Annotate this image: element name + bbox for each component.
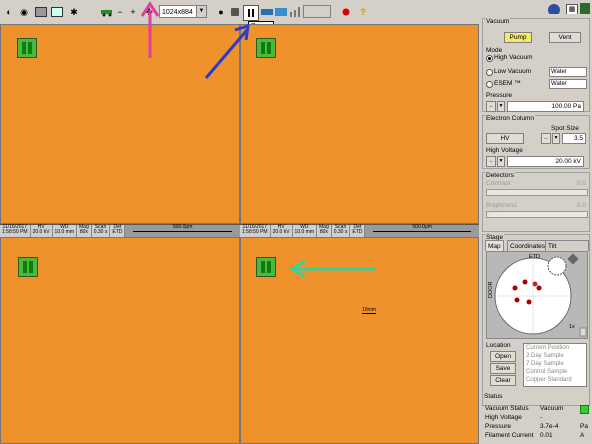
tab-map[interactable]: Map — [485, 240, 504, 251]
blue-arrow-icon — [204, 23, 250, 79]
list-item[interactable]: Current Position — [524, 344, 586, 352]
vacuum-group: Vacuum Pump Vent Mode High Vacuum Low Va… — [482, 18, 590, 112]
green-arrow-icon — [289, 259, 376, 279]
pressure-adjust[interactable]: ↔ — [486, 101, 496, 112]
water-select-1[interactable]: Water — [549, 67, 587, 77]
status-row-pressure: Pressure 3.7e-4 Pa — [485, 423, 588, 430]
list-item[interactable]: 2 Day Sample — [524, 352, 586, 360]
hv-button[interactable]: HV — [486, 133, 524, 144]
water-select-2[interactable]: Water — [549, 79, 587, 89]
vent-button[interactable]: Vent — [549, 32, 581, 43]
hv-dropdown[interactable]: ▼ — [497, 156, 505, 167]
esem-radio[interactable] — [486, 81, 493, 88]
list-item[interactable]: Control Sample — [524, 368, 586, 376]
control-panel: Vacuum Pump Vent Mode High Vacuum Low Va… — [480, 14, 592, 444]
electron-column-group: Electron Column Spot Size HV ↔ ▼ 3.5 Hig… — [482, 115, 590, 169]
clear-button[interactable]: Clear — [490, 375, 516, 386]
detectors-group: Detectors Contrast 0.0 Brightness 0.0 — [482, 172, 590, 232]
list-item[interactable]: Copper Standard — [524, 376, 586, 384]
spot-adjust[interactable]: ↔ — [541, 133, 551, 144]
pressure-dropdown[interactable]: ▼ — [497, 101, 505, 112]
contrast-slider[interactable] — [486, 189, 588, 196]
status-row-filament: Filament Current 0.01 A — [485, 432, 585, 439]
list-item[interactable]: 7 Day Sample — [524, 360, 586, 368]
pink-arrow-icon — [140, 1, 160, 58]
status-row-vacuum: Vacuum Status Vacuum — [485, 404, 589, 414]
pump-button[interactable]: Pump — [504, 32, 532, 43]
low-vacuum-radio[interactable] — [486, 69, 493, 76]
hv-adjust[interactable]: ↔ — [486, 156, 496, 167]
status-group: Status Vacuum Status Vacuum High Voltage -… — [483, 393, 589, 439]
brightness-slider[interactable] — [486, 211, 588, 218]
annotation-arrows — [140, 1, 376, 279]
spot-size-field[interactable]: 3.5 — [562, 133, 586, 144]
stage-map[interactable]: ETD DOOR 1x — [486, 251, 588, 339]
tab-coordinates[interactable]: Coordinates — [507, 240, 549, 251]
open-button[interactable]: Open — [490, 351, 516, 362]
spot-dropdown[interactable]: ▼ — [552, 133, 560, 144]
status-row-hv: High Voltage - — [485, 414, 543, 421]
stage-group: Stage Map Coordinates Tilt Correction ET… — [482, 234, 590, 406]
pressure-field[interactable]: 100.00 Pa — [507, 101, 584, 112]
save-button[interactable]: Save — [490, 363, 516, 374]
location-list[interactable]: Current Position 2 Day Sample 7 Day Samp… — [523, 343, 587, 387]
high-voltage-field[interactable]: 20.00 kV — [507, 156, 584, 167]
tab-tilt-correction[interactable]: Tilt Correction — [545, 240, 589, 261]
high-vacuum-radio[interactable] — [486, 55, 493, 62]
